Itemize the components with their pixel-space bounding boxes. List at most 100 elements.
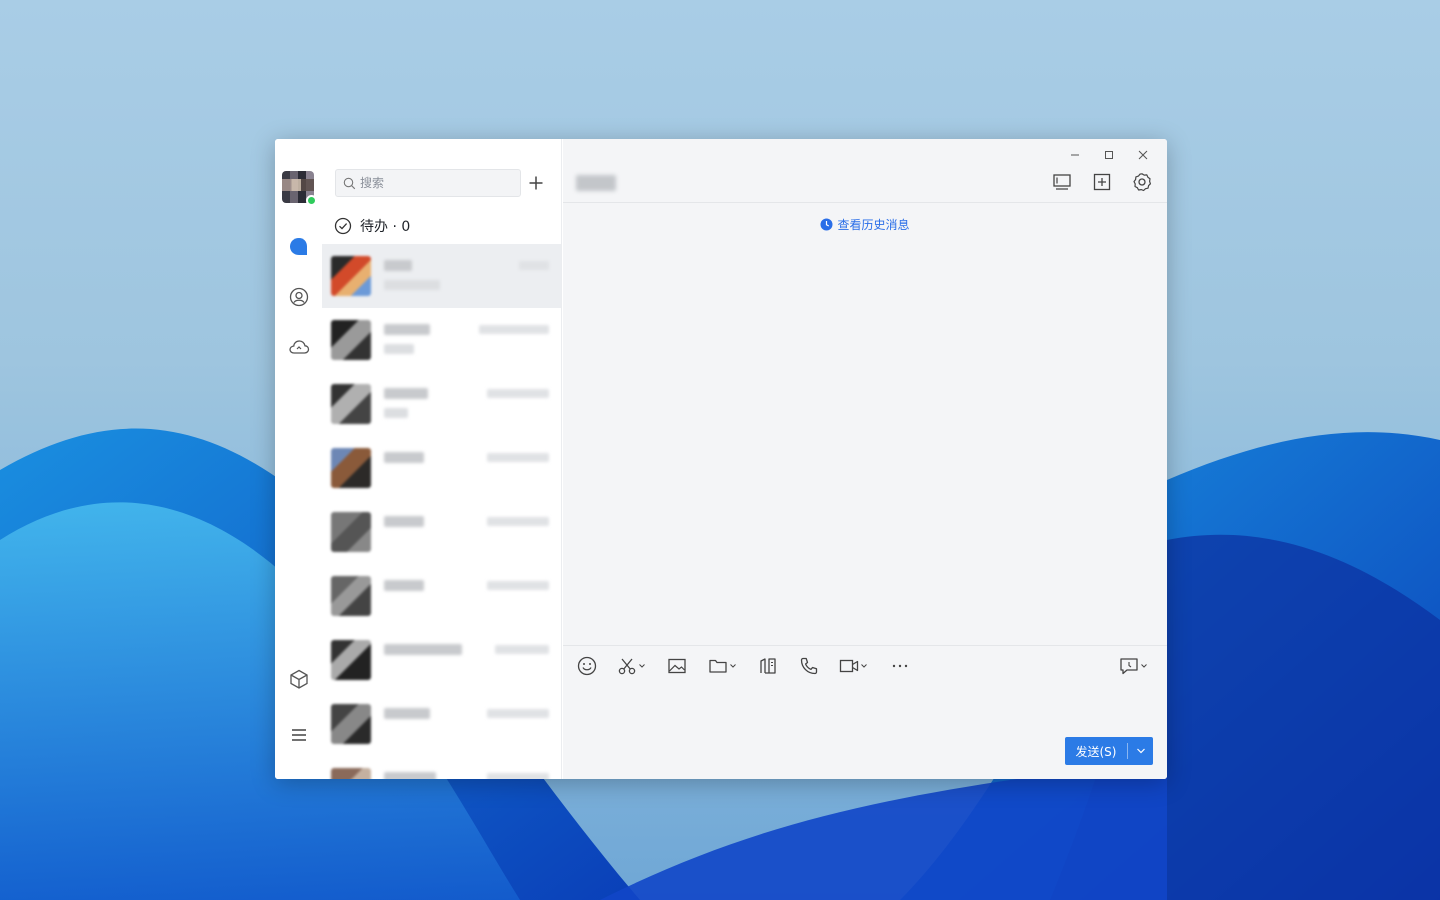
chevron-down-icon	[1136, 748, 1145, 754]
chat-pane: 查看历史消息	[563, 139, 1167, 779]
window-controls	[1059, 143, 1159, 167]
conversation-avatar	[331, 768, 371, 779]
user-avatar[interactable]	[282, 171, 317, 206]
view-history-link[interactable]: 查看历史消息	[563, 216, 1167, 233]
conversation-avatar	[331, 320, 371, 360]
conversation-preview-redacted	[384, 408, 408, 418]
workbench-icon[interactable]	[288, 668, 310, 690]
send-button-group: 发送(S)	[1065, 737, 1153, 765]
conversation-item[interactable]	[322, 372, 561, 436]
emoji-button[interactable]	[576, 655, 598, 677]
screenshot-button[interactable]	[616, 655, 646, 677]
conversation-name-redacted	[384, 708, 430, 719]
close-icon	[1138, 150, 1148, 160]
composer-toolbar	[563, 645, 1167, 685]
conversation-item[interactable]	[322, 628, 561, 692]
conversation-name-redacted	[384, 644, 462, 655]
chat-header	[563, 167, 1167, 203]
conversation-time-redacted	[495, 645, 549, 654]
message-options-button[interactable]	[1118, 655, 1148, 677]
conversation-preview-redacted	[384, 344, 414, 354]
conversation-item[interactable]	[322, 436, 561, 500]
conversation-avatar	[331, 704, 371, 744]
conversation-time-redacted	[487, 517, 549, 526]
conversation-time-redacted	[487, 389, 549, 398]
conversation-avatar	[331, 256, 371, 296]
conversation-time-redacted	[479, 325, 549, 334]
nav-rail	[275, 139, 322, 779]
voice-call-button[interactable]	[798, 655, 820, 677]
menu-icon[interactable]	[288, 724, 310, 746]
maximize-button[interactable]	[1093, 143, 1125, 167]
message-editor[interactable]	[575, 687, 1155, 731]
video-call-button[interactable]	[838, 655, 868, 677]
message-bubble-icon	[1120, 658, 1138, 675]
close-button[interactable]	[1127, 143, 1159, 167]
todo-label: 待办 · 0	[360, 219, 411, 235]
conversation-avatar	[331, 384, 371, 424]
emoji-icon	[577, 656, 597, 676]
conversation-item[interactable]	[322, 500, 561, 564]
conversation-avatar	[331, 640, 371, 680]
search-input[interactable]	[360, 176, 510, 190]
chevron-down-icon	[1141, 664, 1147, 668]
minimize-button[interactable]	[1059, 143, 1091, 167]
folder-icon	[709, 659, 727, 673]
conversation-time-redacted	[519, 261, 549, 270]
phone-icon	[800, 657, 818, 675]
conversation-name-redacted	[384, 388, 428, 399]
conversation-name-redacted	[384, 772, 436, 779]
check-circle-icon	[334, 217, 352, 235]
image-button[interactable]	[666, 655, 688, 677]
chevron-down-icon	[639, 664, 645, 668]
conversation-avatar	[331, 512, 371, 552]
search-box[interactable]	[335, 169, 521, 197]
conversation-item[interactable]	[322, 244, 561, 308]
chat-header-actions	[1051, 171, 1153, 193]
chevron-down-icon	[861, 664, 867, 668]
more-tools-button[interactable]	[889, 655, 911, 677]
file-button[interactable]	[707, 655, 737, 677]
conversation-time-redacted	[487, 709, 549, 718]
conversation-avatar	[331, 576, 371, 616]
settings-gear-icon[interactable]	[1131, 171, 1153, 193]
send-options-button[interactable]	[1128, 737, 1153, 765]
app-window: 待办 · 0	[275, 139, 1167, 779]
docs-button[interactable]	[757, 655, 779, 677]
conversation-name-redacted	[384, 580, 424, 591]
minimize-icon	[1071, 154, 1079, 156]
conversation-item[interactable]	[322, 564, 561, 628]
conversation-item[interactable]	[322, 756, 561, 779]
conversation-list-panel: 待办 · 0	[322, 139, 562, 779]
messages-icon[interactable]	[288, 236, 310, 258]
conversation-item[interactable]	[322, 692, 561, 756]
conversation-time-redacted	[487, 453, 549, 462]
chat-title-redacted	[576, 175, 616, 191]
conversation-avatar	[331, 448, 371, 488]
conversation-name-redacted	[384, 324, 430, 335]
online-status-dot	[306, 195, 317, 206]
conversation-item[interactable]	[322, 308, 561, 372]
conversation-name-redacted	[384, 452, 424, 463]
clock-icon	[820, 218, 833, 231]
contacts-icon[interactable]	[288, 286, 310, 308]
add-member-icon[interactable]	[1091, 171, 1113, 193]
view-history-label: 查看历史消息	[837, 218, 910, 232]
todo-entry[interactable]: 待办 · 0	[334, 215, 410, 237]
video-camera-icon	[839, 659, 859, 673]
conversation-time-redacted	[487, 581, 549, 590]
conversation-name-redacted	[384, 260, 412, 271]
maximize-icon	[1105, 151, 1113, 159]
search-icon	[343, 177, 356, 189]
conversation-preview-redacted	[384, 280, 440, 290]
send-label: 发送(S)	[1075, 744, 1117, 759]
scissors-icon	[618, 658, 636, 675]
add-icon[interactable]	[526, 173, 546, 193]
chevron-down-icon	[730, 664, 736, 668]
conversation-time-redacted	[487, 773, 549, 779]
screen-share-icon[interactable]	[1051, 171, 1073, 193]
cloud-icon[interactable]	[288, 336, 310, 358]
conversation-name-redacted	[384, 516, 424, 527]
send-button[interactable]: 发送(S)	[1065, 737, 1127, 765]
more-horizontal-icon	[892, 664, 908, 668]
